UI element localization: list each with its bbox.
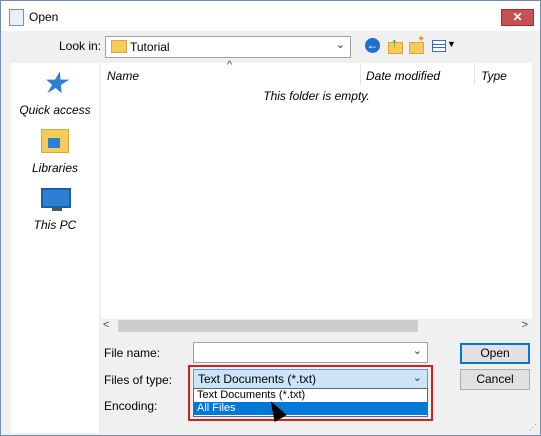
- option-all-files[interactable]: All Files: [194, 402, 427, 415]
- sort-ascending-icon: ^: [227, 59, 233, 71]
- up-arrow-icon: ↑: [391, 35, 398, 50]
- files-of-type-select[interactable]: Text Documents (*.txt) ⌄: [193, 369, 428, 389]
- option-text-documents[interactable]: Text Documents (*.txt): [194, 389, 427, 402]
- this-pc-icon: [41, 188, 71, 211]
- column-header-type[interactable]: Type: [481, 69, 507, 83]
- file-list[interactable]: ^ Name Date modified Type This folder is…: [101, 59, 532, 319]
- view-dropdown-arrow-icon: ▼: [447, 39, 456, 49]
- open-button[interactable]: Open: [460, 343, 530, 364]
- column-divider[interactable]: [474, 63, 475, 85]
- empty-folder-message: This folder is empty.: [263, 89, 370, 103]
- file-name-label: File name:: [104, 346, 161, 360]
- notepad-icon: [9, 9, 24, 26]
- chevron-down-icon[interactable]: ⌄: [336, 38, 345, 51]
- close-button[interactable]: ✕: [501, 9, 534, 26]
- folder-icon: [111, 40, 127, 53]
- open-dialog: Open ✕ Look in: Tutorial ⌄ ← ↑ ✦ ▼ ★ Qui…: [0, 0, 541, 436]
- back-button[interactable]: ←: [364, 37, 382, 55]
- scrollbar-thumb[interactable]: [118, 320, 418, 332]
- scroll-right-icon[interactable]: >: [522, 319, 528, 331]
- horizontal-scrollbar[interactable]: < >: [101, 319, 532, 334]
- back-arrow-icon: ←: [365, 38, 380, 53]
- sparkle-icon: ✦: [417, 34, 426, 45]
- place-label: Quick access: [19, 103, 91, 117]
- files-of-type-dropdown: Text Documents (*.txt) All Files: [193, 388, 428, 417]
- quick-access-star-icon: ★: [41, 67, 68, 100]
- libraries-icon: [41, 129, 69, 153]
- title-bar: Open ✕: [1, 1, 540, 31]
- view-menu-button[interactable]: ▼: [431, 37, 456, 55]
- column-header-name[interactable]: Name: [107, 69, 139, 83]
- files-of-type-label: Files of type:: [104, 373, 173, 387]
- file-name-input[interactable]: ⌄: [193, 342, 428, 363]
- new-folder-button[interactable]: ✦: [407, 34, 426, 55]
- files-of-type-value: Text Documents (*.txt): [198, 372, 317, 386]
- place-libraries[interactable]: Libraries: [11, 123, 99, 181]
- look-in-value: Tutorial: [130, 40, 170, 54]
- encoding-label: Encoding:: [104, 399, 158, 413]
- view-menu-icon: [432, 40, 446, 52]
- look-in-label: Look in:: [59, 39, 102, 53]
- column-divider[interactable]: [360, 63, 361, 85]
- cancel-button[interactable]: Cancel: [460, 369, 530, 390]
- place-quick-access[interactable]: ★ Quick access: [11, 65, 99, 123]
- scroll-left-icon[interactable]: <: [103, 319, 109, 331]
- up-one-level-button[interactable]: ↑: [386, 35, 404, 55]
- resize-grip-icon[interactable]: ⋰: [529, 423, 537, 432]
- chevron-down-icon[interactable]: ⌄: [413, 344, 422, 357]
- column-header-date-modified[interactable]: Date modified: [366, 69, 440, 83]
- window-title: Open: [29, 10, 59, 24]
- look-in-combo[interactable]: Tutorial ⌄: [105, 36, 351, 58]
- places-bar: ★ Quick access Libraries This PC: [11, 63, 99, 433]
- place-label: Libraries: [31, 161, 79, 175]
- place-this-pc[interactable]: This PC: [11, 180, 99, 238]
- chevron-down-icon[interactable]: ⌄: [413, 371, 422, 384]
- place-label: This PC: [33, 218, 77, 232]
